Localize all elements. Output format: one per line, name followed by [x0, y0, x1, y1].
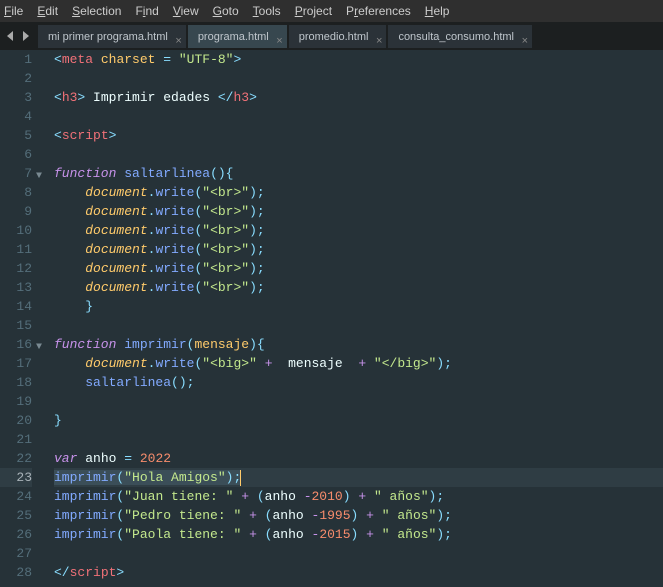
- code-line[interactable]: function imprimir(mensaje){: [54, 335, 663, 354]
- gutter: 1 2 3 4 5 6 7▼ 8 9 10 11 12 13 14 15 16▼…: [0, 50, 42, 587]
- code-line[interactable]: }: [54, 297, 663, 316]
- line-number[interactable]: 11: [0, 240, 32, 259]
- line-number[interactable]: 20: [0, 411, 32, 430]
- line-number[interactable]: 3: [0, 88, 32, 107]
- line-number[interactable]: 18: [0, 373, 32, 392]
- line-number[interactable]: 10: [0, 221, 32, 240]
- line-number[interactable]: 9: [0, 202, 32, 221]
- tab-file-1[interactable]: programa.html ×: [188, 24, 287, 48]
- line-number[interactable]: 25: [0, 506, 32, 525]
- menu-find[interactable]: Find: [135, 4, 158, 18]
- code-line[interactable]: document.write("<big>" + mensaje + "</bi…: [54, 354, 663, 373]
- fold-icon[interactable]: ▼: [36, 338, 42, 357]
- line-number[interactable]: 22: [0, 449, 32, 468]
- back-icon[interactable]: [6, 31, 16, 41]
- line-number[interactable]: 21: [0, 430, 32, 449]
- line-number[interactable]: 24: [0, 487, 32, 506]
- tab-file-3[interactable]: consulta_consumo.html ×: [388, 24, 532, 48]
- line-number[interactable]: 17: [0, 354, 32, 373]
- menu-project[interactable]: Project: [295, 4, 332, 18]
- code-line[interactable]: document.write("<br>");: [54, 183, 663, 202]
- line-number[interactable]: 8: [0, 183, 32, 202]
- forward-icon[interactable]: [20, 31, 30, 41]
- menu-goto[interactable]: Goto: [213, 4, 239, 18]
- tab-file-2[interactable]: promedio.html ×: [289, 24, 387, 48]
- code-line[interactable]: </script>: [54, 563, 663, 582]
- menu-bar: File Edit Selection Find View Goto Tools…: [0, 0, 663, 22]
- code-line[interactable]: imprimir("Juan tiene: " + (anho -2010) +…: [54, 487, 663, 506]
- code-line[interactable]: document.write("<br>");: [54, 240, 663, 259]
- fold-icon[interactable]: ▼: [36, 167, 42, 186]
- line-number[interactable]: 27: [0, 544, 32, 563]
- code-line[interactable]: [54, 544, 663, 563]
- code-line[interactable]: }: [54, 411, 663, 430]
- line-number[interactable]: 2: [0, 69, 32, 88]
- line-number[interactable]: 16▼: [0, 335, 32, 354]
- code-line[interactable]: document.write("<br>");: [54, 278, 663, 297]
- menu-help[interactable]: Help: [425, 4, 450, 18]
- tab-label: mi primer programa.html: [48, 31, 168, 43]
- code-line[interactable]: <h3> Imprimir edades </h3>: [54, 88, 663, 107]
- tab-label: consulta_consumo.html: [398, 31, 514, 43]
- code-line[interactable]: [54, 430, 663, 449]
- tab-label: promedio.html: [299, 31, 369, 43]
- line-number[interactable]: 28: [0, 563, 32, 582]
- line-number[interactable]: 4: [0, 107, 32, 126]
- editor[interactable]: 1 2 3 4 5 6 7▼ 8 9 10 11 12 13 14 15 16▼…: [0, 50, 663, 587]
- close-icon[interactable]: ×: [175, 29, 181, 53]
- line-number[interactable]: 23: [0, 468, 32, 487]
- menu-view[interactable]: View: [173, 4, 199, 18]
- line-number[interactable]: 12: [0, 259, 32, 278]
- code-line[interactable]: [54, 69, 663, 88]
- menu-preferences[interactable]: Preferences: [346, 4, 411, 18]
- line-number[interactable]: 6: [0, 145, 32, 164]
- line-number[interactable]: 14: [0, 297, 32, 316]
- line-number[interactable]: 1: [0, 50, 32, 69]
- code-area[interactable]: <meta charset = "UTF-8"> <h3> Imprimir e…: [42, 50, 663, 587]
- menu-file[interactable]: File: [4, 4, 23, 18]
- line-number[interactable]: 5: [0, 126, 32, 145]
- line-number[interactable]: 19: [0, 392, 32, 411]
- line-number[interactable]: 26: [0, 525, 32, 544]
- close-icon[interactable]: ×: [276, 29, 282, 53]
- code-line[interactable]: document.write("<br>");: [54, 259, 663, 278]
- menu-edit[interactable]: Edit: [37, 4, 58, 18]
- code-line[interactable]: [54, 392, 663, 411]
- code-line[interactable]: [54, 316, 663, 335]
- code-line[interactable]: <script>: [54, 126, 663, 145]
- close-icon[interactable]: ×: [376, 29, 382, 53]
- code-line[interactable]: saltarlinea();: [54, 373, 663, 392]
- nav-history[interactable]: [4, 31, 32, 41]
- line-number[interactable]: 13: [0, 278, 32, 297]
- code-line[interactable]: [54, 145, 663, 164]
- close-icon[interactable]: ×: [522, 29, 528, 53]
- code-line[interactable]: [54, 107, 663, 126]
- code-line[interactable]: imprimir("Hola Amigos");: [54, 468, 663, 487]
- code-line[interactable]: document.write("<br>");: [54, 221, 663, 240]
- menu-tools[interactable]: Tools: [253, 4, 281, 18]
- code-line[interactable]: imprimir("Pedro tiene: " + (anho -1995) …: [54, 506, 663, 525]
- code-line[interactable]: imprimir("Paola tiene: " + (anho -2015) …: [54, 525, 663, 544]
- cursor: [240, 470, 241, 486]
- line-number[interactable]: 7▼: [0, 164, 32, 183]
- tab-file-0[interactable]: mi primer programa.html ×: [38, 24, 186, 48]
- code-line[interactable]: function saltarlinea(){: [54, 164, 663, 183]
- code-line[interactable]: document.write("<br>");: [54, 202, 663, 221]
- tab-bar: mi primer programa.html × programa.html …: [0, 22, 663, 50]
- code-line[interactable]: <meta charset = "UTF-8">: [54, 50, 663, 69]
- tab-label: programa.html: [198, 31, 269, 43]
- code-line[interactable]: var anho = 2022: [54, 449, 663, 468]
- line-number[interactable]: 15: [0, 316, 32, 335]
- menu-selection[interactable]: Selection: [72, 4, 121, 18]
